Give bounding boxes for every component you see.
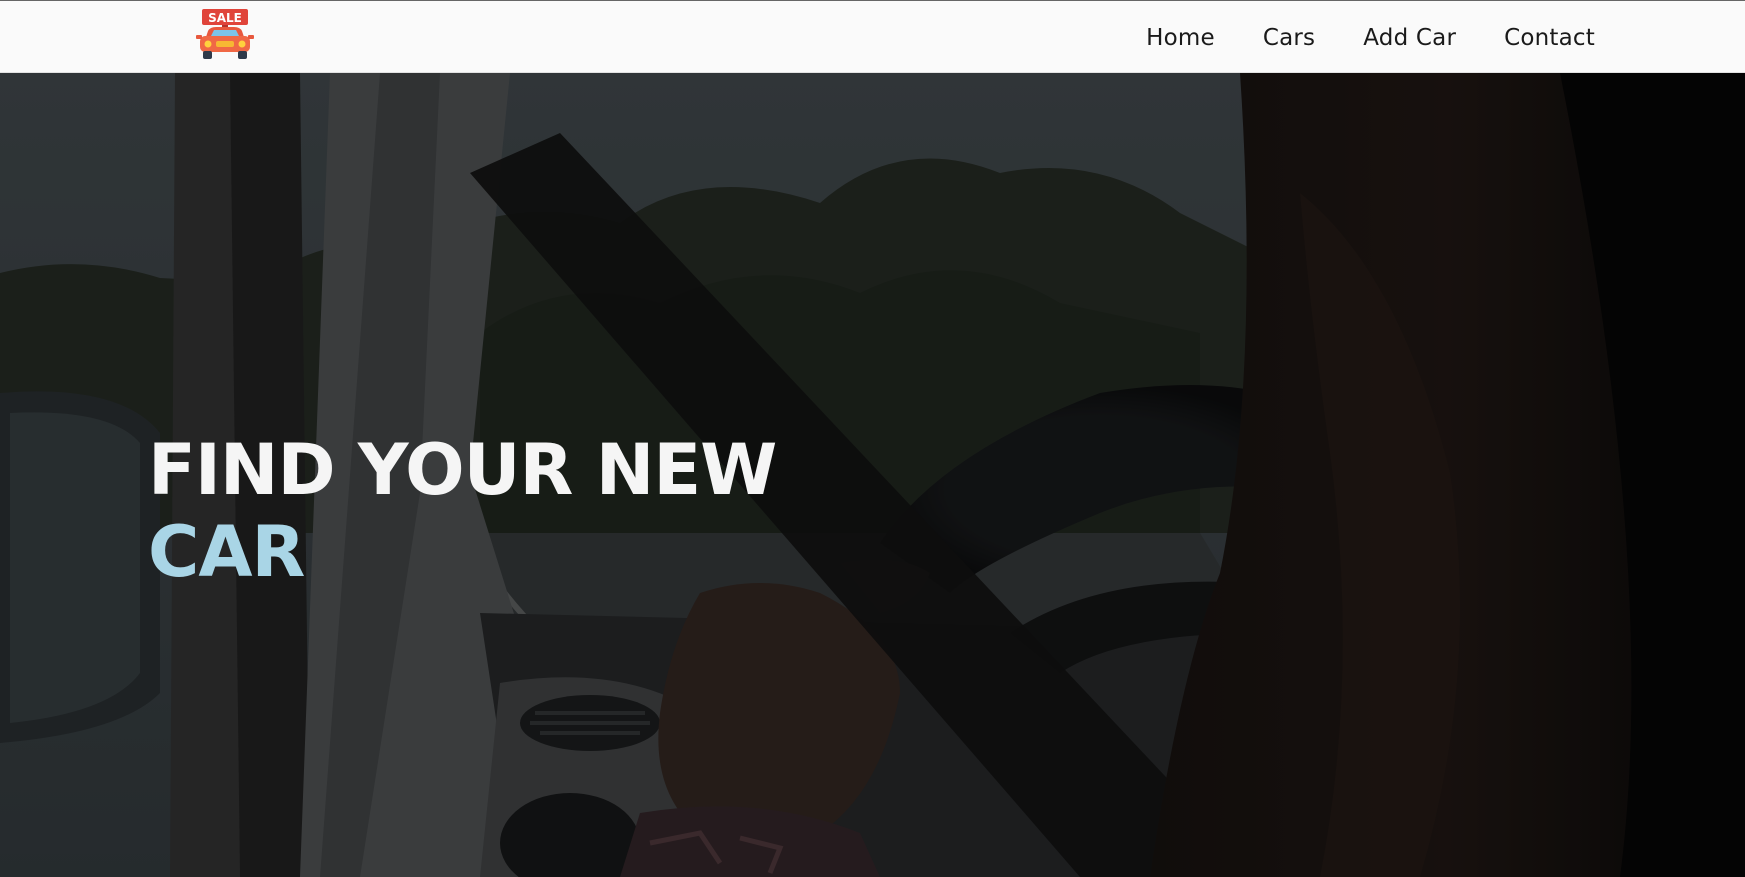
nav-add-car-link[interactable]: Add Car — [1363, 25, 1456, 51]
hero-section: FIND YOUR NEW CAR — [0, 73, 1745, 877]
nav-contact-link[interactable]: Contact — [1504, 25, 1595, 51]
hero-heading: FIND YOUR NEW CAR — [148, 429, 777, 593]
hero-title-line1: FIND YOUR NEW — [148, 429, 777, 511]
hero-title-line2: CAR — [148, 511, 305, 593]
svg-text:SALE: SALE — [208, 11, 242, 25]
car-sale-logo-icon[interactable]: SALE — [194, 7, 256, 63]
nav-home-link[interactable]: Home — [1146, 25, 1215, 51]
main-nav: Home Cars Add Car Contact — [1146, 1, 1595, 74]
navbar: SALE Home Cars Add Car Contact — [0, 0, 1745, 73]
nav-cars-link[interactable]: Cars — [1263, 25, 1315, 51]
